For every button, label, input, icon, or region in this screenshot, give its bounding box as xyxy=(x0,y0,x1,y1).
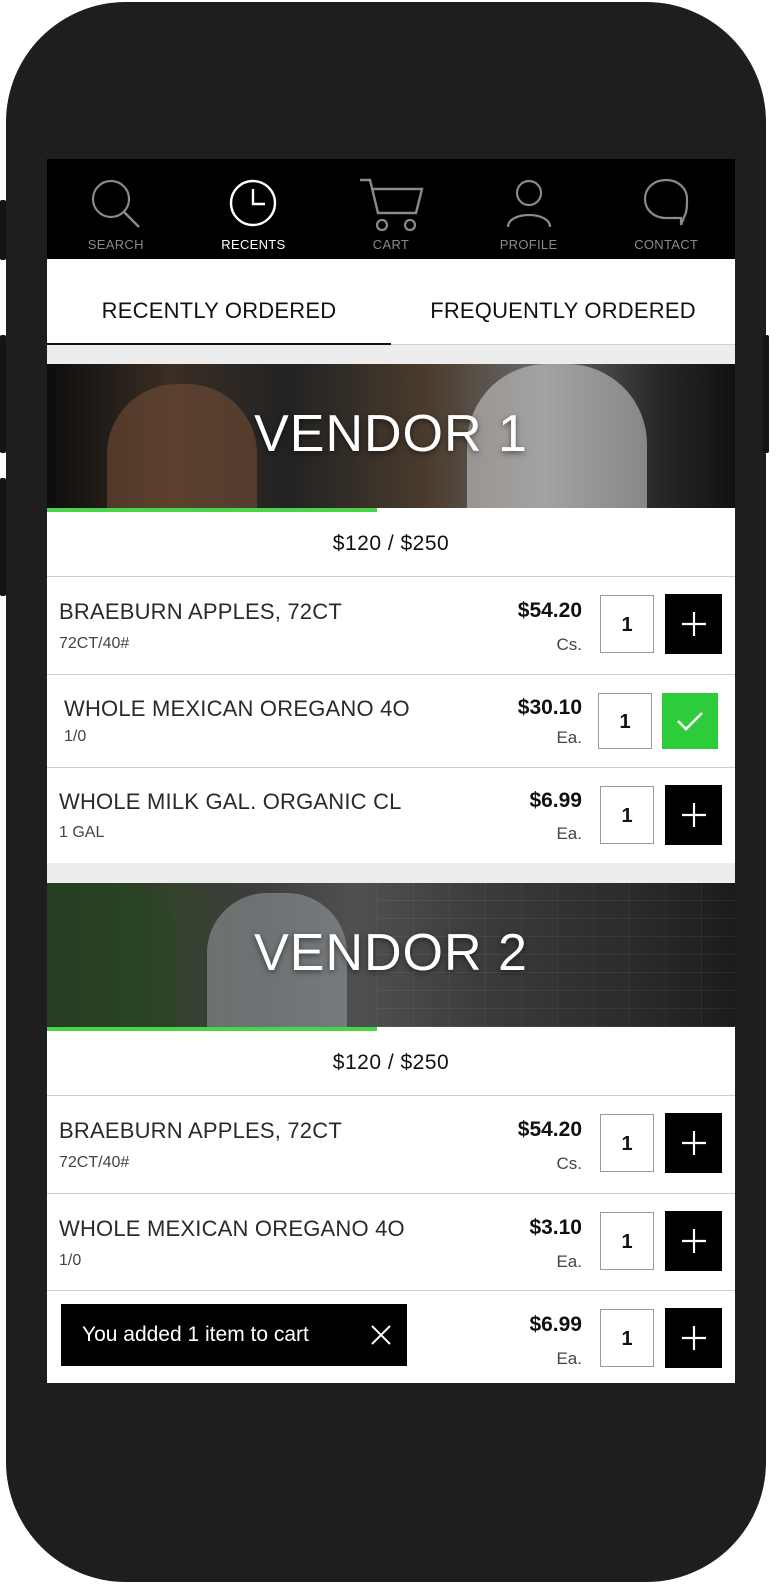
chat-icon xyxy=(644,178,689,226)
nav-search[interactable]: SEARCH xyxy=(47,159,185,259)
vendor-total: $120 / $250 xyxy=(47,512,735,577)
app-screen: SEARCH RECENTS CART PROFILE CONTACT RECE… xyxy=(47,159,735,1383)
checkmark-icon xyxy=(677,712,703,731)
volume-down-button xyxy=(0,478,6,596)
nav-profile[interactable]: PROFILE xyxy=(460,159,598,259)
plus-icon xyxy=(681,612,706,636)
quantity-input[interactable]: 1 xyxy=(598,693,652,749)
item-price: $3.10 xyxy=(529,1216,582,1239)
clock-icon xyxy=(230,179,277,227)
item-name: WHOLE MILK GAL. ORGANIC CL xyxy=(59,789,402,814)
list-item: WHOLE MILK GAL. ORGANIC CL 1 GAL $6.99 E… xyxy=(47,768,735,863)
item-unit: Cs. xyxy=(556,1154,583,1173)
list-item: WHOLE MEXICAN OREGANO 4O 1/0 $30.10 Ea. … xyxy=(47,675,735,768)
item-unit: Ea. xyxy=(556,1252,582,1271)
item-pack-size: 72CT/40# xyxy=(59,635,130,652)
vendor-name: VENDOR 1 xyxy=(254,405,528,463)
quantity-input[interactable]: 1 xyxy=(600,1212,654,1270)
item-pack-size: 72CT/40# xyxy=(59,1154,130,1171)
nav-contact-label: CONTACT xyxy=(634,237,699,252)
item-name: BRAEBURN APPLES, 72CT xyxy=(59,599,342,624)
item-price: $30.10 xyxy=(517,696,582,719)
add-to-cart-button[interactable] xyxy=(665,1211,722,1271)
nav-search-label: SEARCH xyxy=(87,237,144,252)
nav-cart[interactable]: CART xyxy=(322,159,460,259)
nav-recents[interactable]: RECENTS xyxy=(185,159,323,259)
item-name: WHOLE MEXICAN OREGANO 4O xyxy=(64,696,410,721)
cart-icon xyxy=(359,178,424,232)
quantity-input[interactable]: 1 xyxy=(600,786,654,844)
phone-frame: SEARCH RECENTS CART PROFILE CONTACT RECE… xyxy=(6,2,766,1582)
nav-profile-label: PROFILE xyxy=(499,237,558,252)
item-unit: Ea. xyxy=(556,728,582,747)
order-tabs: RECENTLY ORDERED FREQUENTLY ORDERED xyxy=(47,259,735,345)
vendor-name: VENDOR 2 xyxy=(254,924,528,982)
mute-switch xyxy=(0,200,6,260)
item-price: $6.99 xyxy=(529,789,582,812)
quantity-input[interactable]: 1 xyxy=(600,595,654,653)
added-to-cart-button[interactable] xyxy=(662,693,718,749)
profile-icon xyxy=(506,179,551,228)
cart-toast: You added 1 item to cart xyxy=(61,1304,407,1366)
plus-icon xyxy=(681,1131,706,1155)
vendor-banner[interactable]: VENDOR 1 xyxy=(47,364,735,508)
vendor-banner[interactable]: VENDOR 2 xyxy=(47,883,735,1027)
item-name: WHOLE MEXICAN OREGANO 4O xyxy=(59,1216,405,1241)
add-to-cart-button[interactable] xyxy=(665,594,722,654)
item-price: $6.99 xyxy=(529,1313,582,1336)
section-divider xyxy=(47,863,735,883)
add-to-cart-button[interactable] xyxy=(665,785,722,845)
nav-contact[interactable]: CONTACT xyxy=(597,159,735,259)
item-unit: Cs. xyxy=(556,635,583,654)
add-to-cart-button[interactable] xyxy=(665,1308,722,1368)
vendor-total: $120 / $250 xyxy=(47,1031,735,1096)
item-unit: Ea. xyxy=(556,1349,582,1368)
item-unit: Ea. xyxy=(556,824,582,843)
list-item: BRAEBURN APPLES, 72CT 72CT/40# $54.20 Cs… xyxy=(47,577,735,675)
item-name: BRAEBURN APPLES, 72CT xyxy=(59,1118,342,1143)
tab-recently-ordered[interactable]: RECENTLY ORDERED xyxy=(47,259,391,345)
power-button xyxy=(763,335,769,453)
item-price: $54.20 xyxy=(517,599,582,622)
item-price: $54.20 xyxy=(517,1118,582,1141)
nav-recents-label: RECENTS xyxy=(221,237,286,252)
volume-up-button xyxy=(0,335,6,453)
item-pack-size: 1/0 xyxy=(59,1252,82,1269)
close-icon[interactable] xyxy=(369,1323,393,1347)
plus-icon xyxy=(681,1326,706,1350)
quantity-input[interactable]: 1 xyxy=(600,1114,654,1172)
top-nav: SEARCH RECENTS CART PROFILE CONTACT xyxy=(47,159,735,259)
tab-frequently-ordered[interactable]: FREQUENTLY ORDERED xyxy=(391,259,735,345)
search-icon xyxy=(91,179,140,228)
toast-message: You added 1 item to cart xyxy=(82,1323,309,1346)
add-to-cart-button[interactable] xyxy=(665,1113,722,1173)
quantity-input[interactable]: 1 xyxy=(600,1309,654,1367)
plus-icon xyxy=(681,803,706,827)
list-item: WHOLE MEXICAN OREGANO 4O 1/0 $3.10 Ea. 1 xyxy=(47,1194,735,1291)
item-pack-size: 1 GAL xyxy=(59,824,105,841)
list-item: BRAEBURN APPLES, 72CT 72CT/40# $54.20 Cs… xyxy=(47,1096,735,1194)
nav-cart-label: CART xyxy=(372,237,410,252)
item-pack-size: 1/0 xyxy=(64,728,87,745)
section-divider xyxy=(47,345,735,364)
plus-icon xyxy=(681,1229,706,1253)
